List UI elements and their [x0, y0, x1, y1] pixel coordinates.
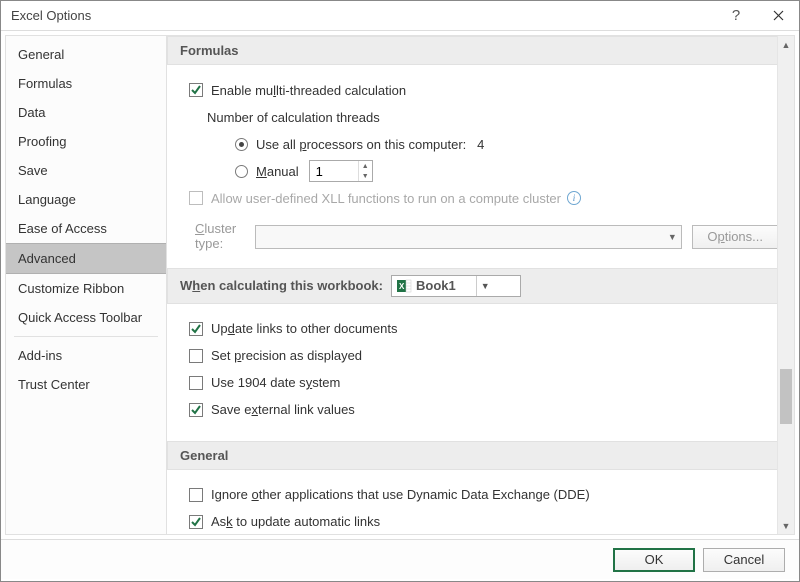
sidebar-item-advanced[interactable]: Advanced: [6, 243, 166, 274]
checkbox-icon: [189, 403, 203, 417]
checkbox-enable-multithreaded[interactable]: Enable mullti-threaded calculation: [189, 83, 406, 98]
group-header-workbook: When calculating this workbook: X Book1 …: [167, 268, 794, 304]
checkbox-label: Use 1904 date system: [211, 375, 340, 390]
checkbox-icon: [189, 322, 203, 336]
group-title-general: General: [180, 448, 228, 463]
cluster-type-row: Cluster type: ▼ Options...: [189, 222, 778, 252]
scrollbar-track[interactable]: [778, 53, 794, 517]
content-inner: Formulas Enable mullti-threaded calculat…: [167, 36, 794, 534]
scroll-down-icon[interactable]: ▼: [778, 517, 794, 534]
checkbox-label: Ignore other applications that use Dynam…: [211, 487, 590, 502]
cluster-options-button: Options...: [692, 225, 778, 249]
scroll-up-icon[interactable]: ▲: [778, 36, 794, 53]
sidebar-item-general[interactable]: General: [6, 40, 166, 69]
spinner-buttons[interactable]: ▲▼: [358, 161, 372, 181]
radio-manual[interactable]: Manual: [235, 164, 299, 179]
group-title-formulas: Formulas: [180, 43, 239, 58]
manual-threads-input[interactable]: [310, 161, 358, 181]
checkbox-label: Update links to other documents: [211, 321, 397, 336]
threads-label: Number of calculation threads: [207, 110, 380, 125]
sidebar-item-proofing[interactable]: Proofing: [6, 127, 166, 156]
sidebar-item-language[interactable]: Language: [6, 185, 166, 214]
sidebar-separator: [14, 336, 158, 337]
cancel-button[interactable]: Cancel: [703, 548, 785, 572]
group-header-formulas: Formulas: [167, 36, 794, 65]
workbook-name: Book1: [416, 278, 476, 293]
content-panel: Formulas Enable mullti-threaded calculat…: [167, 35, 795, 535]
checkbox-icon: [189, 376, 203, 390]
checkbox-label: Set precision as displayed: [211, 348, 362, 363]
excel-icon: X: [396, 278, 412, 294]
checkbox-icon: [189, 349, 203, 363]
sidebar-item-add-ins[interactable]: Add-ins: [6, 341, 166, 370]
sidebar-item-data[interactable]: Data: [6, 98, 166, 127]
group-body-workbook: Update links to other documents Set prec…: [179, 304, 782, 441]
checkbox-icon: [189, 488, 203, 502]
checkbox-icon: [189, 83, 203, 97]
checkbox-update-links[interactable]: Update links to other documents: [189, 321, 397, 336]
scrollbar-thumb[interactable]: [780, 369, 792, 425]
checkbox-icon: [189, 191, 203, 205]
group-body-general: Ignore other applications that use Dynam…: [179, 470, 782, 534]
cluster-type-label: Cluster type:: [195, 222, 245, 252]
content-wrap: Formulas Enable mullti-threaded calculat…: [167, 31, 799, 539]
radio-label: Manual: [256, 164, 299, 179]
checkbox-set-precision[interactable]: Set precision as displayed: [189, 348, 362, 363]
footer: OK Cancel: [1, 539, 799, 579]
manual-threads-spinner[interactable]: ▲▼: [309, 160, 373, 182]
group-title-workbook: When calculating this workbook:: [180, 278, 383, 293]
radio-use-all-processors[interactable]: Use all processors on this computer: 4: [235, 137, 484, 152]
window-title: Excel Options: [11, 8, 715, 23]
sidebar-item-quick-access-toolbar[interactable]: Quick Access Toolbar: [6, 303, 166, 332]
radio-icon: [235, 138, 248, 151]
sidebar-item-ease-of-access[interactable]: Ease of Access: [6, 214, 166, 243]
help-button[interactable]: ?: [715, 1, 757, 31]
info-icon[interactable]: i: [567, 191, 581, 205]
checkbox-ask-update-links[interactable]: Ask to update automatic links: [189, 514, 380, 529]
checkbox-label: Ask to update automatic links: [211, 514, 380, 529]
titlebar: Excel Options ?: [1, 1, 799, 31]
svg-text:X: X: [399, 282, 405, 291]
group-body-formulas: Enable mullti-threaded calculation Numbe…: [179, 65, 782, 268]
checkbox-ignore-dde[interactable]: Ignore other applications that use Dynam…: [189, 487, 590, 502]
cluster-type-combo: ▼: [255, 225, 682, 249]
group-header-general: General: [167, 441, 794, 470]
ok-button[interactable]: OK: [613, 548, 695, 572]
sidebar-item-formulas[interactable]: Formulas: [6, 69, 166, 98]
vertical-scrollbar[interactable]: ▲ ▼: [777, 36, 794, 534]
checkbox-label: Allow user-defined XLL functions to run …: [211, 191, 561, 206]
checkbox-label: Enable mullti-threaded calculation: [211, 83, 406, 98]
checkbox-label: Save external link values: [211, 402, 355, 417]
checkbox-allow-xll: Allow user-defined XLL functions to run …: [189, 191, 561, 206]
close-icon: [773, 10, 784, 21]
sidebar-item-customize-ribbon[interactable]: Customize Ribbon: [6, 274, 166, 303]
checkbox-1904-date-system[interactable]: Use 1904 date system: [189, 375, 340, 390]
chevron-down-icon: ▼: [476, 276, 494, 296]
workbook-selector[interactable]: X Book1 ▼: [391, 275, 521, 297]
radio-icon: [235, 165, 248, 178]
close-button[interactable]: [757, 1, 799, 31]
checkbox-icon: [189, 515, 203, 529]
sidebar-item-save[interactable]: Save: [6, 156, 166, 185]
chevron-down-icon: ▼: [663, 232, 681, 242]
main-area: General Formulas Data Proofing Save Lang…: [1, 31, 799, 539]
checkbox-save-external-links[interactable]: Save external link values: [189, 402, 355, 417]
sidebar: General Formulas Data Proofing Save Lang…: [5, 35, 167, 535]
sidebar-item-trust-center[interactable]: Trust Center: [6, 370, 166, 399]
radio-label: Use all processors on this computer: 4: [256, 137, 484, 152]
